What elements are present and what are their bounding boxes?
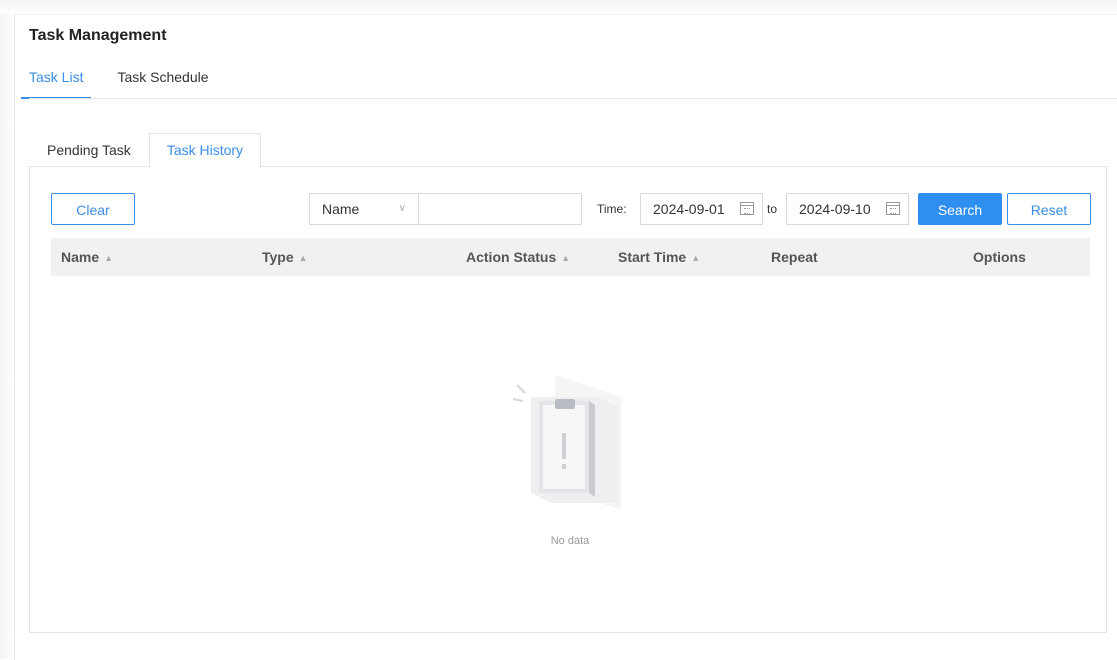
column-header-name[interactable]: Name ▲︎	[61, 238, 113, 277]
to-label: to	[767, 202, 778, 216]
column-header-options: Options	[973, 249, 1026, 265]
start-date-value: 2024-09-01	[653, 201, 725, 217]
tab-task-list[interactable]: Task List	[21, 69, 92, 99]
sort-icon: ▲︎	[104, 253, 114, 263]
search-input[interactable]	[418, 193, 582, 225]
sort-icon: ▲︎	[561, 253, 571, 263]
chevron-down-icon: ∨	[398, 203, 406, 214]
time-label: Time:	[597, 202, 627, 216]
top-tab-bar: Task List Task Schedule	[21, 69, 235, 99]
tab-pending-task[interactable]: Pending Task	[29, 133, 149, 167]
tab-task-history[interactable]: Task History	[148, 133, 262, 168]
column-header-action-status[interactable]: Action Status ▲︎	[466, 238, 570, 277]
sub-tab-bar: Pending Task Task History	[29, 133, 262, 168]
calendar-icon	[886, 202, 900, 215]
start-date-picker[interactable]: 2024-09-01	[640, 193, 763, 225]
page-title: Task Management	[29, 27, 167, 44]
filter-field-select[interactable]: Name ∨	[309, 193, 418, 225]
sort-icon: ▲︎	[691, 253, 701, 263]
tab-task-schedule[interactable]: Task Schedule	[117, 69, 208, 99]
column-header-repeat: Repeat	[771, 249, 818, 265]
task-management-page: Task Management Task List Task Schedule …	[14, 14, 1117, 660]
tab-divider	[29, 98, 1117, 99]
sort-icon: ▲︎	[298, 253, 308, 263]
column-header-type[interactable]: Type ▲︎	[262, 238, 308, 277]
clear-button[interactable]: Clear	[51, 193, 135, 225]
end-date-picker[interactable]: 2024-09-10	[786, 193, 909, 225]
end-date-value: 2024-09-10	[799, 201, 871, 217]
filter-field-value: Name	[322, 201, 360, 217]
empty-state-text: No data	[550, 535, 590, 547]
table-header: Name ▲︎ Type ▲︎ Action Status ▲︎ Start Time…	[51, 238, 1090, 276]
search-button[interactable]: Search	[918, 193, 1002, 225]
reset-button[interactable]: Reset	[1007, 193, 1091, 225]
empty-clipboard-icon	[512, 375, 621, 510]
calendar-icon	[740, 202, 754, 215]
column-header-start-time[interactable]: Start Time ▲︎	[618, 238, 700, 277]
